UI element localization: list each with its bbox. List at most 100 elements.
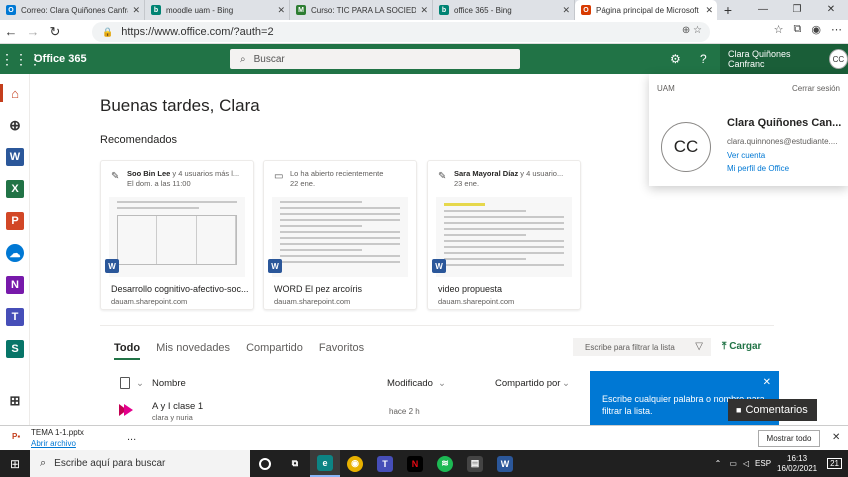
taskbar-search[interactable]: ⌕ Escribe aquí para buscar: [30, 450, 250, 477]
address-bar-row: ← → ↻ 🔒 https://www.office.com/?auth=2 ⊕…: [0, 20, 848, 44]
onenote-icon[interactable]: N: [6, 276, 24, 294]
recommended-title: Recomendados: [100, 134, 178, 146]
favorite-star-icon[interactable]: ⊕ ☆: [682, 25, 702, 36]
close-icon[interactable]: ✕: [132, 5, 140, 16]
more-icon[interactable]: ...: [127, 431, 136, 443]
new-tab-button[interactable]: +: [717, 0, 739, 20]
all-apps-icon[interactable]: ⊞: [6, 392, 24, 410]
tab-title: Curso: TIC PARA LA SOCIEDAD: [311, 5, 417, 15]
chevron-up-icon[interactable]: ⌃: [715, 459, 722, 468]
spotify-icon[interactable]: ≋: [430, 450, 460, 477]
chrome-icon[interactable]: ◉: [340, 450, 370, 477]
close-icon[interactable]: ✕: [420, 5, 428, 16]
close-icon[interactable]: ✕: [832, 432, 840, 443]
upload-label: Cargar: [729, 341, 762, 352]
browser-tab-moodle[interactable]: b moodle uam - Bing ✕: [145, 0, 290, 20]
back-icon[interactable]: ←: [0, 24, 22, 39]
windows-start-icon[interactable]: ⊞: [0, 457, 30, 471]
card-file-name: Desarrollo cognitivo-afectivo-soc...: [111, 284, 249, 294]
tab-all[interactable]: Todo: [114, 342, 141, 360]
onedrive-icon[interactable]: ☁: [6, 244, 24, 262]
more-icon[interactable]: ⋯: [831, 23, 842, 36]
outlook-icon: O: [6, 5, 16, 15]
section-divider: [100, 325, 774, 326]
close-icon[interactable]: ✕: [562, 5, 570, 16]
show-all-button[interactable]: Mostrar todo: [758, 430, 820, 447]
comments-button[interactable]: ■ Comentarios: [728, 399, 817, 421]
table-row[interactable]: A y I clase 1: [152, 401, 203, 412]
minimize-icon[interactable]: —: [746, 0, 780, 20]
account-display-name: Clara Quiñones Can...: [727, 117, 842, 129]
sign-out-link[interactable]: Cerrar sesión: [792, 84, 840, 93]
chevron-down-icon[interactable]: ⌄: [562, 378, 570, 389]
close-icon[interactable]: ✕: [763, 377, 771, 389]
sway-icon[interactable]: S: [6, 340, 24, 358]
language-icon[interactable]: ESP: [755, 459, 771, 468]
browser-tab-office[interactable]: O Página principal de Microsoft O ✕: [575, 0, 717, 20]
office-profile-link[interactable]: Mi perfil de Office: [727, 164, 789, 173]
netflix-icon[interactable]: N: [400, 450, 430, 477]
download-file-name: TEMA 1-1.pptx: [31, 428, 84, 437]
word-icon[interactable]: W: [6, 148, 24, 166]
close-window-icon[interactable]: ✕: [814, 0, 848, 20]
search-box[interactable]: ⌕ Buscar: [230, 49, 520, 69]
open-file-link[interactable]: Abrir archivo: [31, 439, 76, 448]
page-title: Buenas tardes, Clara: [100, 96, 260, 115]
network-icon[interactable]: ▭: [729, 459, 737, 468]
column-shared-by[interactable]: Compartido por: [495, 378, 560, 389]
column-name[interactable]: Nombre: [152, 378, 186, 389]
favorites-icon[interactable]: ☆: [774, 23, 784, 36]
url-text: https://www.office.com/?auth=2: [121, 26, 274, 38]
forward-icon[interactable]: →: [22, 24, 44, 39]
word-icon[interactable]: W: [490, 450, 520, 477]
card-meta: Sara Mayoral Díaz y 4 usuario... 23 ene.: [454, 169, 574, 189]
recommended-card[interactable]: ▭ Lo ha abierto recientemente 22 ene. W …: [263, 160, 417, 310]
profile-icon[interactable]: ◉: [811, 23, 821, 36]
task-view-icon[interactable]: ⧉: [280, 450, 310, 477]
upload-button[interactable]: ⤒ Cargar: [722, 341, 761, 352]
chevron-down-icon[interactable]: ⌄: [136, 378, 144, 389]
browser-tab-outlook[interactable]: O Correo: Clara Quiñones Canfran ✕: [0, 0, 145, 20]
close-icon[interactable]: ✕: [277, 5, 285, 16]
chevron-down-icon[interactable]: ⌄: [438, 378, 446, 389]
column-modified[interactable]: Modificado: [387, 378, 433, 389]
recommended-card[interactable]: ✎ Sara Mayoral Díaz y 4 usuario... 23 en…: [427, 160, 581, 310]
collections-icon[interactable]: ⧉: [794, 23, 802, 36]
edit-icon: ✎: [111, 171, 120, 182]
teams-icon[interactable]: T: [6, 308, 24, 326]
volume-icon[interactable]: ◁: [743, 459, 749, 468]
powerpoint-icon[interactable]: P: [6, 212, 24, 230]
browser-tab-course[interactable]: M Curso: TIC PARA LA SOCIEDAD ✕: [290, 0, 433, 20]
account-flyout: UAM Cerrar sesión CC Clara Quiñones Can.…: [649, 74, 848, 186]
brand-title[interactable]: Office 365: [34, 53, 87, 65]
home-icon[interactable]: ⌂: [6, 84, 24, 102]
taskbar-search-placeholder: Escribe aquí para buscar: [54, 458, 166, 469]
url-field[interactable]: 🔒 https://www.office.com/?auth=2 ⊕ ☆: [92, 22, 710, 42]
tab-favorites[interactable]: Favoritos: [319, 342, 364, 360]
bing-icon: b: [439, 5, 449, 15]
refresh-icon[interactable]: ↻: [44, 24, 66, 40]
edge-icon[interactable]: e: [310, 450, 340, 477]
cortana-icon[interactable]: [250, 450, 280, 477]
browser-tab-office-bing[interactable]: b office 365 - Bing ✕: [433, 0, 575, 20]
view-account-link[interactable]: Ver cuenta: [727, 151, 765, 160]
close-icon[interactable]: ✕: [705, 5, 713, 16]
store-icon[interactable]: ▤: [460, 450, 490, 477]
edit-icon: ✎: [438, 171, 447, 182]
excel-icon[interactable]: X: [6, 180, 24, 198]
maximize-icon[interactable]: ❐: [780, 0, 814, 20]
avatar[interactable]: CC: [661, 122, 711, 172]
tab-my-updates[interactable]: Mis novedades: [156, 342, 230, 360]
gear-icon[interactable]: ⚙: [670, 52, 681, 66]
notifications-icon[interactable]: 21: [827, 458, 842, 469]
create-icon[interactable]: ⊕: [6, 116, 24, 134]
teams-icon[interactable]: T: [370, 450, 400, 477]
tab-shared[interactable]: Compartido: [246, 342, 303, 360]
clock[interactable]: 16:13 16/02/2021: [777, 454, 817, 474]
app-launcher-icon[interactable]: ⋮⋮⋮: [0, 51, 42, 68]
bing-icon: b: [151, 5, 161, 15]
account-button[interactable]: Clara Quiñones Canfranc CC: [720, 44, 848, 74]
recommended-card[interactable]: ✎ Soo Bin Lee y 4 usuarios más l... El d…: [100, 160, 254, 310]
filter-input[interactable]: Escribe para filtrar la lista ▽: [573, 338, 711, 356]
help-icon[interactable]: ?: [700, 52, 707, 66]
